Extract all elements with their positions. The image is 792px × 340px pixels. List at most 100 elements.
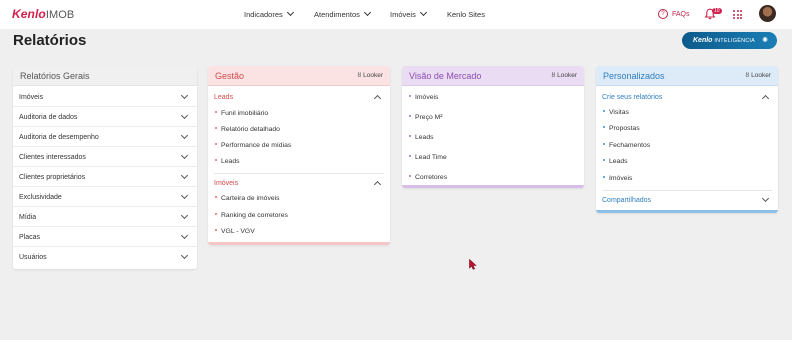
- list-item-label: Usuários: [19, 254, 47, 261]
- logo-suffix: IMOB: [45, 9, 75, 21]
- list-item-label: Visitas: [609, 109, 629, 116]
- avatar[interactable]: [759, 5, 776, 22]
- list-item[interactable]: Performance de mídias: [215, 141, 291, 150]
- list-item-label: Clientes proprietários: [19, 174, 86, 181]
- looker-icon: ȣ: [551, 72, 556, 79]
- card-accent-bar: [208, 242, 390, 245]
- kenlo-inteligencia-button[interactable]: Kenlo INTELIGÊNCIA ✺: [682, 32, 777, 49]
- nav-imoveis[interactable]: Imóveis: [390, 8, 427, 19]
- card-title: Visão de Mercado: [409, 71, 482, 81]
- list-item-label: Performance de mídias: [221, 142, 292, 149]
- chevron-down-icon: [180, 191, 189, 200]
- list-item[interactable]: Imóveis: [13, 87, 197, 107]
- logo-brand: Kenlo: [12, 7, 46, 21]
- card-accent-bar: [402, 185, 584, 188]
- looker-label: Looker: [751, 72, 771, 79]
- list-item-label: Lead Time: [415, 154, 447, 161]
- list-item[interactable]: Imóveis: [603, 174, 632, 183]
- list-item[interactable]: Relatório detalhado: [215, 125, 280, 134]
- looker-link[interactable]: ȣ Looker: [357, 72, 383, 80]
- bullet-icon: [409, 135, 411, 138]
- list-item[interactable]: Fechamentos: [603, 141, 650, 150]
- list-item[interactable]: Carteira de imóveis: [215, 194, 280, 203]
- list-item[interactable]: Auditoria de dados: [13, 107, 197, 127]
- gestao-header: Gestão ȣ Looker: [208, 66, 390, 86]
- card-title: Relatórios Gerais: [20, 71, 90, 81]
- faqs-link[interactable]: ? FAQs: [658, 9, 690, 20]
- chevron-up-icon: [761, 94, 770, 103]
- list-item-label: Ranking de corretores: [221, 212, 288, 219]
- list-item-label: Auditoria de dados: [19, 114, 78, 121]
- relatorios-gerais-card: Relatórios Gerais Imóveis Auditoria de d…: [13, 66, 197, 269]
- gestao-card: Gestão ȣ Looker Leads Funil imobiliário R…: [208, 66, 390, 245]
- list-item-label: Imóveis: [19, 94, 44, 101]
- looker-link[interactable]: ȣ Looker: [745, 72, 771, 80]
- looker-icon: ȣ: [745, 72, 750, 79]
- card-accent-bar: [596, 210, 778, 213]
- personalizados-header: Personalizados ȣ Looker: [596, 66, 778, 86]
- bullet-icon: [409, 115, 411, 118]
- list-item[interactable]: Mídia: [13, 207, 197, 227]
- list-item[interactable]: Corretores: [409, 173, 447, 182]
- list-item[interactable]: Leads: [409, 133, 434, 142]
- divider: [602, 190, 772, 191]
- chevron-down-icon: [180, 91, 189, 100]
- chevron-down-icon: [180, 131, 189, 140]
- list-item[interactable]: Placas: [13, 227, 197, 247]
- list-item[interactable]: Clientes interessados: [13, 147, 197, 167]
- kenlo-imob-logo[interactable]: KenloIMOB: [12, 8, 74, 22]
- nav-kenlo-sites[interactable]: Kenlo Sites: [447, 10, 485, 19]
- looker-link[interactable]: ȣ Looker: [551, 72, 577, 80]
- bullet-icon: [215, 159, 217, 162]
- section-title: Imóveis: [214, 180, 239, 187]
- list-item[interactable]: Clientes proprietários: [13, 167, 197, 187]
- nav-kenlo-sites-label: Kenlo Sites: [447, 10, 485, 19]
- list-item[interactable]: VGL - VGV: [215, 227, 255, 236]
- list-item[interactable]: Preço M²: [409, 113, 443, 122]
- faqs-label: FAQs: [672, 10, 690, 18]
- divider: [214, 173, 384, 174]
- sparkle-icon: ✺: [762, 37, 768, 44]
- grid-dots-icon[interactable]: [733, 10, 742, 19]
- bullet-icon: [603, 159, 605, 162]
- list-item[interactable]: Leads: [603, 157, 628, 166]
- nav-indicadores[interactable]: Indicadores: [244, 8, 294, 19]
- list-item[interactable]: Usuários: [13, 247, 197, 267]
- list-item[interactable]: Ranking de corretores: [215, 211, 288, 220]
- relatorios-gerais-header: Relatórios Gerais: [13, 66, 197, 86]
- list-item[interactable]: Leads: [215, 157, 240, 166]
- chevron-down-icon: [286, 8, 294, 17]
- list-item-label: Preço M²: [415, 114, 443, 121]
- bullet-icon: [603, 143, 605, 146]
- bullet-icon: [215, 213, 217, 216]
- list-item[interactable]: Lead Time: [409, 153, 447, 162]
- list-item-label: Imóveis: [609, 175, 633, 182]
- list-item-label: Relatório detalhado: [221, 126, 280, 133]
- nav-imoveis-label: Imóveis: [390, 10, 416, 19]
- list-item-label: Propostas: [609, 125, 640, 132]
- chevron-down-icon: [180, 111, 189, 120]
- chevron-up-icon: [373, 94, 382, 103]
- chevron-down-icon: [761, 194, 770, 203]
- looker-icon: ȣ: [357, 72, 362, 79]
- list-item[interactable]: Propostas: [603, 124, 640, 133]
- list-item-label: Placas: [19, 234, 41, 241]
- looker-label: Looker: [363, 72, 383, 79]
- nav-atendimentos[interactable]: Atendimentos: [314, 8, 371, 19]
- bullet-icon: [215, 229, 217, 232]
- list-item[interactable]: Funil imobiliário: [215, 109, 268, 118]
- top-navigation: KenloIMOB Indicadores Atendimentos Imóve…: [0, 0, 792, 29]
- nav-atendimentos-label: Atendimentos: [314, 10, 360, 19]
- list-item[interactable]: Visitas: [603, 108, 629, 117]
- bullet-icon: [603, 126, 605, 129]
- list-item-label: Fechamentos: [609, 142, 651, 149]
- list-item[interactable]: Auditoria de desempenho: [13, 127, 197, 147]
- chevron-down-icon: [180, 211, 189, 220]
- list-item[interactable]: Imóveis: [409, 93, 438, 102]
- bullet-icon: [215, 143, 217, 146]
- section-title: Compartilhados: [602, 197, 652, 204]
- chevron-down-icon: [180, 251, 189, 260]
- list-item-label: Exclusividade: [19, 194, 62, 201]
- list-item[interactable]: Exclusividade: [13, 187, 197, 207]
- bullet-icon: [409, 95, 411, 98]
